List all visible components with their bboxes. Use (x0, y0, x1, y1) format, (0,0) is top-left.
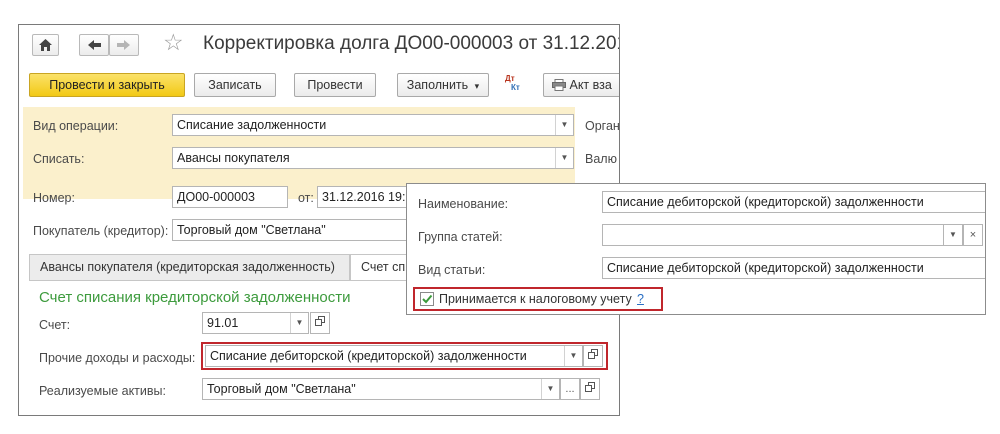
tax-accounting-label: Принимается к налоговому учету (439, 292, 632, 306)
chevron-down-icon[interactable]: ▼ (555, 115, 573, 135)
open-assets-button[interactable] (580, 378, 600, 400)
chevron-down-icon[interactable]: ▼ (555, 148, 573, 168)
operation-label: Вид операции: (33, 119, 119, 133)
other-income-label: Прочие доходы и расходы: (39, 351, 196, 365)
home-icon (39, 39, 52, 51)
back-button[interactable] (79, 34, 109, 56)
account-field[interactable]: 91.01 ▼ (202, 312, 309, 334)
post-and-close-button[interactable]: Провести и закрыть (29, 73, 185, 97)
checkmark-icon (422, 294, 433, 304)
number-label: Номер: (33, 191, 75, 205)
save-button[interactable]: Записать (194, 73, 276, 97)
open-window-icon (315, 316, 325, 326)
group-label: Группа статей: (418, 230, 503, 244)
fill-button-label: Заполнить (406, 78, 469, 92)
writeoff-label: Списать: (33, 152, 85, 166)
expense-item-popup: Наименование: Списание дебиторской (кред… (406, 183, 986, 315)
tab-buyer-advances[interactable]: Авансы покупателя (кредиторская задолжен… (29, 254, 350, 281)
type-field[interactable]: Списание дебиторской (кредиторской) задо… (602, 257, 985, 279)
date-label: от: (298, 191, 314, 205)
other-income-highlight (201, 342, 608, 370)
tax-accounting-checkbox[interactable] (420, 292, 434, 306)
document-title: Корректировка долга ДО00-000003 от 31.12… (203, 33, 620, 54)
account-label: Счет: (39, 318, 71, 332)
help-icon[interactable]: ? (637, 292, 644, 306)
arrow-right-icon (117, 40, 130, 50)
favorite-star-icon[interactable]: ☆ (163, 29, 184, 56)
group-clear-button[interactable]: × (963, 224, 983, 246)
post-button[interactable]: Провести (294, 73, 376, 97)
writeoff-select[interactable]: Авансы покупателя ▼ (172, 147, 574, 169)
buyer-field[interactable]: Торговый дом "Светлана" (172, 219, 412, 241)
date-field[interactable]: 31.12.2016 19: (317, 186, 417, 208)
act-button[interactable]: Акт вза (543, 73, 619, 97)
number-field[interactable]: ДО00-000003 (172, 186, 288, 208)
name-field[interactable]: Списание дебиторской (кредиторской) задо… (602, 191, 985, 213)
chevron-down-icon[interactable]: ▼ (541, 379, 559, 399)
type-label: Вид статьи: (418, 263, 486, 277)
assets-label: Реализуемые активы: (39, 384, 166, 398)
section-title: Счет списания кредиторской задолженности (39, 289, 351, 306)
name-label: Наименование: (418, 197, 509, 211)
open-window-icon (585, 382, 595, 392)
chevron-down-icon: ▼ (949, 230, 957, 239)
chevron-down-icon: ▾ (474, 81, 480, 91)
close-icon: × (969, 229, 977, 241)
home-button[interactable] (32, 34, 59, 56)
operation-select[interactable]: Списание задолженности ▼ (172, 114, 574, 136)
open-account-button[interactable] (310, 312, 330, 334)
group-field[interactable] (602, 224, 944, 246)
chevron-down-icon[interactable]: ▼ (290, 313, 308, 333)
dt-kt-icon: Дт Кт (505, 74, 520, 92)
fill-button[interactable]: Заполнить ▾ (397, 73, 489, 97)
forward-button[interactable] (109, 34, 139, 56)
arrow-left-icon (88, 40, 101, 50)
buyer-label: Покупатель (кредитор): (33, 224, 169, 238)
currency-label: Валю (585, 152, 617, 166)
assets-field[interactable]: Торговый дом "Светлана" ▼ (202, 378, 560, 400)
printer-icon (552, 79, 566, 91)
group-dropdown-button[interactable]: ▼ (943, 224, 963, 246)
organization-label: Орган (585, 119, 620, 133)
act-button-label: Акт вза (569, 78, 612, 92)
assets-select-button[interactable]: ... (560, 378, 580, 400)
dt-kt-button[interactable]: Дт Кт (503, 73, 523, 95)
